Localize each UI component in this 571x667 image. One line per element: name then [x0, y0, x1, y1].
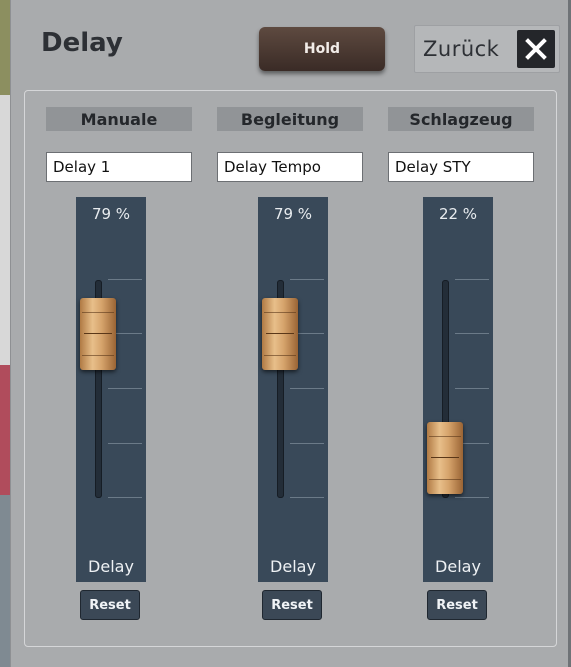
back-button-label: Zurück [423, 37, 500, 61]
back-button[interactable]: Zurück [414, 25, 560, 73]
background-app-strip [0, 95, 10, 365]
effect-field-schlagzeug[interactable]: Delay STY [388, 152, 534, 182]
effect-field-manuale[interactable]: Delay 1 [46, 152, 192, 182]
slider-tick [108, 279, 142, 280]
background-app-strip [0, 0, 10, 95]
slider-tick [108, 497, 142, 498]
slider-tick [455, 333, 489, 334]
slider-value: 22 % [438, 205, 478, 223]
slider-value: 79 % [91, 205, 131, 223]
slider-value: 79 % [273, 205, 313, 223]
delay-slider-schlagzeug[interactable]: 22 % Delay [423, 197, 493, 582]
column-header-schlagzeug: Schlagzeug [388, 107, 534, 131]
dialog-title: Delay [41, 28, 123, 58]
slider-knob[interactable] [80, 298, 116, 370]
slider-tick [290, 443, 324, 444]
hold-button[interactable]: Hold [259, 27, 385, 71]
slider-label: Delay [88, 557, 134, 576]
slider-knob[interactable] [262, 298, 298, 370]
slider-tick [290, 279, 324, 280]
column-header-begleitung: Begleitung [217, 107, 363, 131]
reset-button-begleitung[interactable]: Reset [262, 590, 322, 620]
delay-slider-manuale[interactable]: 79 % Delay [76, 197, 146, 582]
reset-button-schlagzeug[interactable]: Reset [427, 590, 487, 620]
slider-tick [108, 443, 142, 444]
column-header-manuale: Manuale [46, 107, 192, 131]
background-app-strip [0, 495, 10, 667]
delay-slider-begleitung[interactable]: 79 % Delay [258, 197, 328, 582]
effect-field-begleitung[interactable]: Delay Tempo [217, 152, 363, 182]
slider-tick [455, 279, 489, 280]
slider-tick [290, 388, 324, 389]
reset-button-manuale[interactable]: Reset [80, 590, 140, 620]
delay-dialog: Delay Hold Zurück Manuale Delay 1 79 % D… [10, 0, 568, 667]
slider-knob[interactable] [427, 422, 463, 494]
slider-tick [108, 388, 142, 389]
background-app-strip [0, 365, 10, 495]
slider-tick [455, 497, 489, 498]
close-icon[interactable] [517, 30, 555, 68]
slider-tick [455, 388, 489, 389]
slider-tick [290, 497, 324, 498]
slider-label: Delay [435, 557, 481, 576]
slider-label: Delay [270, 557, 316, 576]
